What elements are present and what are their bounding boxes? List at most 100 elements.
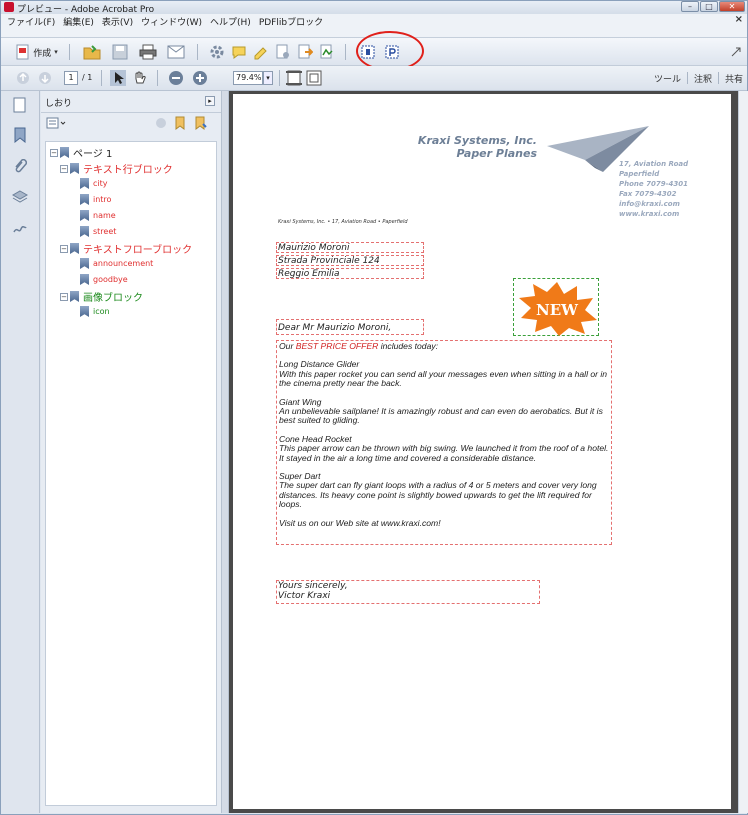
company-tagline: Paper Planes: [456, 147, 537, 160]
tree-item-intro[interactable]: intro: [80, 194, 111, 205]
zoom-out-icon[interactable]: [167, 69, 185, 87]
tree-group-image[interactable]: − 画像ブロック: [60, 289, 143, 304]
company-header: Kraxi Systems, Inc. Paper Planes: [418, 134, 537, 160]
pdf-page: Kraxi Systems, Inc. Paper Planes 17, Avi…: [233, 94, 731, 809]
page-total: / 1: [82, 73, 93, 82]
offer-line: Our BEST PRICE OFFER includes today:: [279, 341, 439, 351]
tree-page-node[interactable]: − ページ 1: [50, 145, 112, 160]
menu-help[interactable]: ヘルプ(H): [210, 15, 251, 28]
export-icon[interactable]: [295, 42, 315, 62]
panel-splitter[interactable]: [221, 91, 229, 813]
collapse-panel-button[interactable]: ▸: [205, 96, 215, 106]
menu-window[interactable]: ウィンドウ(W): [141, 15, 202, 28]
menu-view[interactable]: 表示(V): [102, 15, 133, 28]
highlight-circle: [356, 31, 424, 71]
comment-icon[interactable]: [229, 42, 249, 62]
bookmarks-header: しおり ▸: [41, 91, 221, 113]
select-tool-icon[interactable]: [109, 69, 127, 87]
navigation-rail: [1, 91, 40, 813]
tree-group-textline[interactable]: − テキスト行ブロック: [60, 161, 173, 176]
attachments-icon[interactable]: [11, 158, 29, 177]
acrobat-icon: [4, 2, 14, 12]
doc-close-icon[interactable]: ×: [735, 14, 743, 25]
product-item: Giant Wing An unbelievable sailplane! It …: [279, 396, 603, 426]
zoom-in-icon[interactable]: [191, 69, 209, 87]
layers-icon[interactable]: [11, 189, 29, 207]
visit-line: Visit us on our Web site at www.kraxi.co…: [279, 517, 441, 528]
tree-item-street[interactable]: street: [80, 226, 116, 237]
page-number-input[interactable]: 1: [64, 71, 78, 85]
close-button[interactable]: ✕: [719, 1, 745, 12]
offer-highlight: BEST PRICE OFFER: [295, 341, 379, 351]
task-panes: ツール 注釈 共有: [654, 72, 743, 85]
options-menu-icon[interactable]: [45, 115, 67, 131]
bookmarks-icon[interactable]: [11, 127, 29, 145]
tree-item-name[interactable]: name: [80, 210, 116, 221]
maximize-button[interactable]: □: [700, 1, 718, 12]
block-intro[interactable]: Dear Mr Maurizio Moroni,: [276, 319, 424, 335]
bookmarks-title: しおり: [45, 99, 73, 109]
save-icon[interactable]: [109, 42, 131, 62]
page-thumbnails-icon[interactable]: [11, 97, 29, 115]
new-badge-label: NEW: [536, 301, 579, 319]
block-announcement[interactable]: Our BEST PRICE OFFER includes today: Lon…: [276, 340, 612, 545]
app-window: プレビュー - Adobe Acrobat Pro – □ ✕ ファイル(F) …: [0, 0, 748, 815]
block-name[interactable]: Maurizio Moroni: [276, 242, 424, 253]
block-goodbye[interactable]: Yours sincerely, Victor Kraxi: [276, 580, 540, 604]
create-button[interactable]: 作成 ▾: [9, 42, 65, 62]
sender-line: Kraxi Systems, Inc. • 17, Aviation Road …: [278, 219, 408, 225]
expand-bookmark-icon[interactable]: [193, 115, 209, 131]
share-pane-button[interactable]: 共有: [725, 72, 743, 85]
create-pdf-icon: [16, 44, 29, 60]
navigation-toolbar: 1 / 1 79.4% ▾ ツール 注釈 共有: [1, 66, 747, 91]
highlight-icon[interactable]: [251, 42, 271, 62]
new-badge-icon: NEW: [519, 282, 597, 336]
contact-block: 17, Aviation Road Paperfield Phone 7079-…: [619, 159, 688, 219]
contact-line: Fax 7079-4302: [619, 190, 677, 198]
new-bookmark-icon[interactable]: [173, 115, 189, 131]
title-bar: プレビュー - Adobe Acrobat Pro – □ ✕: [1, 1, 747, 15]
next-page-icon[interactable]: [37, 70, 53, 86]
contact-line: Paperfield: [619, 170, 660, 178]
contact-line: www.kraxi.com: [619, 210, 680, 218]
previous-page-icon[interactable]: [15, 70, 31, 86]
contact-line: info@kraxi.com: [619, 200, 680, 208]
minimize-button[interactable]: –: [681, 1, 699, 12]
product-item: Long Distance Glider With this paper rock…: [279, 359, 608, 389]
fit-width-icon[interactable]: [285, 69, 303, 87]
window-controls: – □ ✕: [681, 1, 745, 12]
tree-item-announcement[interactable]: announcement: [80, 258, 153, 269]
tree-item-goodbye[interactable]: goodbye: [80, 274, 128, 285]
document-settings-icon[interactable]: [273, 42, 293, 62]
bookmarks-tree: − ページ 1 − テキスト行ブロック city intro name street…: [45, 141, 217, 806]
fit-page-icon[interactable]: [305, 69, 323, 87]
email-icon[interactable]: [165, 42, 187, 62]
delete-bookmark-icon[interactable]: [153, 115, 169, 131]
block-street[interactable]: Strada Provinciale 124: [276, 255, 424, 266]
bookmarks-panel: しおり ▸ − ページ 1 − テキスト行ブロック city intro nam…: [41, 91, 221, 813]
open-icon[interactable]: [81, 42, 103, 62]
contact-line: 17, Aviation Road: [619, 160, 689, 168]
menu-pdflib-block[interactable]: PDFlibブロック: [259, 15, 323, 28]
menu-file[interactable]: ファイル(F): [7, 15, 55, 28]
zoom-level-input[interactable]: 79.4%: [233, 71, 263, 85]
tree-item-icon[interactable]: icon: [80, 306, 110, 317]
vertical-scrollbar[interactable]: [738, 91, 748, 813]
tools-pane-button[interactable]: ツール: [654, 72, 681, 85]
print-icon[interactable]: [137, 42, 159, 62]
tree-item-city[interactable]: city: [80, 178, 108, 189]
settings-icon[interactable]: [207, 42, 227, 62]
zoom-dropdown[interactable]: ▾: [263, 71, 273, 85]
bookmarks-tools: [41, 113, 221, 135]
block-city[interactable]: Reggio Emilia: [276, 268, 424, 279]
contact-line: Phone 7079-4301: [619, 180, 688, 188]
sign-icon[interactable]: [317, 42, 337, 62]
signatures-icon[interactable]: [11, 219, 29, 237]
menu-edit[interactable]: 編集(E): [63, 15, 94, 28]
hand-tool-icon[interactable]: [131, 69, 149, 87]
closing-line: Yours sincerely,: [278, 581, 348, 591]
product-item: Cone Head Rocket This paper arrow can be …: [279, 433, 609, 463]
comment-pane-button[interactable]: 注釈: [694, 72, 712, 85]
tree-group-textflow[interactable]: − テキストフローブロック: [60, 241, 192, 256]
expand-toolbar-icon[interactable]: [729, 42, 743, 62]
